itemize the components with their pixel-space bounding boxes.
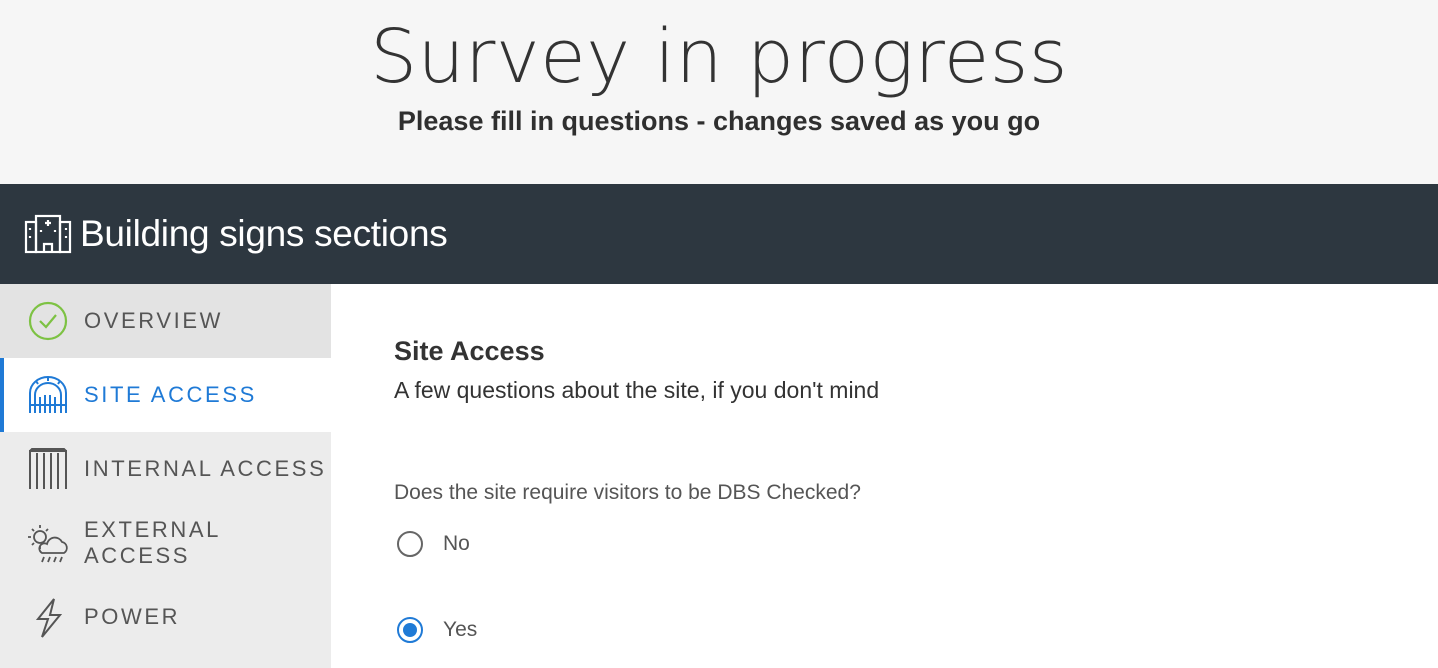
sidebar-item-overview[interactable]: OVERVIEW bbox=[0, 284, 331, 358]
page-header: Survey in progress Please fill in questi… bbox=[0, 0, 1438, 184]
sidebar-item-power[interactable]: POWER bbox=[0, 580, 331, 654]
radio-label: Yes bbox=[443, 618, 478, 641]
sidebar-item-label: SITE ACCESS bbox=[84, 382, 257, 407]
sidebar-item-internal-access[interactable]: INTERNAL ACCESS bbox=[0, 432, 331, 506]
section-title: Site Access bbox=[394, 336, 545, 366]
sidebar-item-label: EXTERNAL ACCESS bbox=[84, 517, 221, 568]
sidebar-item-external-access[interactable]: EXTERNAL ACCESS bbox=[0, 506, 331, 580]
radio-button[interactable] bbox=[397, 531, 423, 557]
radio-label: No bbox=[443, 532, 470, 555]
main-content: Site Access A few questions about the si… bbox=[331, 284, 1438, 668]
section-bar-title: Building signs sections bbox=[80, 213, 448, 254]
door-bars-icon bbox=[29, 448, 67, 489]
page-title: Survey in progress bbox=[370, 14, 1068, 100]
question-text: Does the site require visitors to be DBS… bbox=[394, 481, 861, 504]
section-description: A few questions about the site, if you d… bbox=[394, 377, 880, 403]
radio-button[interactable] bbox=[397, 617, 423, 643]
building-icon bbox=[24, 214, 72, 254]
sidebar-item-label: INTERNAL ACCESS bbox=[84, 456, 327, 481]
gate-icon bbox=[29, 376, 67, 413]
sidebar-item-label: OVERVIEW bbox=[84, 308, 223, 333]
lightning-icon bbox=[35, 598, 63, 638]
radio-option-yes[interactable]: Yes bbox=[397, 617, 477, 643]
sidebar: OVERVIEW SITE ACCESS INTERNAL ACCESS EXT… bbox=[0, 284, 331, 668]
section-bar: Building signs sections bbox=[0, 184, 1438, 284]
sidebar-item-label: POWER bbox=[84, 604, 181, 629]
weather-icon bbox=[28, 525, 68, 563]
radio-option-no[interactable]: No bbox=[397, 531, 470, 557]
page-subtitle: Please fill in questions - changes saved… bbox=[397, 106, 1041, 136]
check-circle-icon bbox=[28, 301, 68, 341]
sidebar-item-site-access[interactable]: SITE ACCESS bbox=[0, 358, 331, 432]
